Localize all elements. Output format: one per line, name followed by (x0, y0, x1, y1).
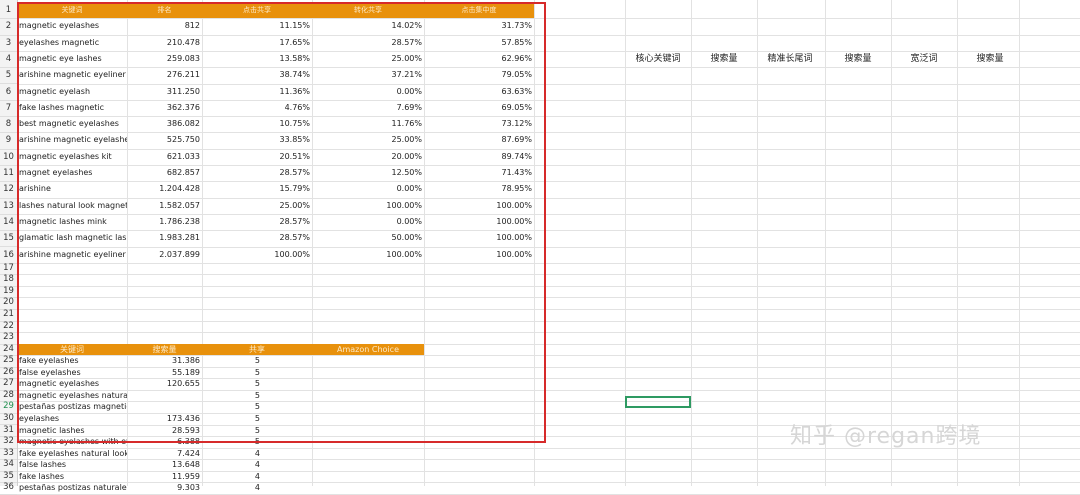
row-number[interactable]: 11 (0, 165, 17, 183)
row-number[interactable]: 9 (0, 132, 17, 150)
table2-cell[interactable]: fake eyelashes natural look (17, 448, 127, 460)
row-number[interactable]: 13 (0, 198, 17, 215)
row-number[interactable]: 12 (0, 181, 17, 199)
watermark: 知乎 @regan跨境 (790, 424, 982, 449)
table2-cell[interactable]: fake lashes (17, 471, 127, 483)
table2-cell[interactable]: 11.959 (127, 471, 202, 483)
right-header-cell[interactable]: 核心关键词 (625, 51, 691, 64)
row-number[interactable]: 4 (0, 51, 17, 69)
row-number[interactable]: 36 (0, 482, 17, 495)
row-number[interactable]: 5 (0, 67, 17, 85)
table2-cell[interactable]: 4 (202, 459, 262, 471)
row-number[interactable]: 16 (0, 247, 17, 264)
row-number[interactable]: 2 (0, 18, 17, 36)
row-number[interactable]: 8 (0, 116, 17, 134)
row-number[interactable]: 14 (0, 214, 17, 232)
table2-cell[interactable]: 4 (202, 448, 262, 460)
row-number[interactable]: 7 (0, 100, 17, 118)
table2-cell[interactable]: 9.303 (127, 482, 202, 494)
right-header-cell[interactable]: 搜索量 (957, 51, 1023, 64)
table2-cell[interactable]: pestañas postizas naturales (17, 482, 127, 494)
table2-cell[interactable]: 4 (202, 471, 262, 483)
table2-cell[interactable]: false lashes (17, 459, 127, 471)
row-number[interactable]: 6 (0, 84, 17, 101)
selected-cell[interactable] (625, 396, 691, 408)
table2-cell[interactable]: 13.648 (127, 459, 202, 471)
red-highlight-box (17, 2, 546, 443)
row-number[interactable]: 3 (0, 35, 17, 52)
right-header-cell[interactable]: 精准长尾词 (757, 51, 823, 64)
right-header-cell[interactable]: 搜索量 (691, 51, 757, 64)
table2-cell[interactable]: 7.424 (127, 448, 202, 460)
row-number[interactable]: 1 (0, 2, 17, 20)
row-number-column: 1 2 3 4 5 6 7 8 9 10 11 12 13 14 15 16 17 18 19 20 21 22 23 24 2… (0, 0, 18, 495)
row-number[interactable]: 10 (0, 149, 17, 166)
table2-cell[interactable]: 4 (202, 482, 262, 494)
right-header-cell[interactable]: 搜索量 (825, 51, 891, 64)
row-number[interactable]: 15 (0, 230, 17, 248)
right-header-cell[interactable]: 宽泛词 (891, 51, 957, 64)
